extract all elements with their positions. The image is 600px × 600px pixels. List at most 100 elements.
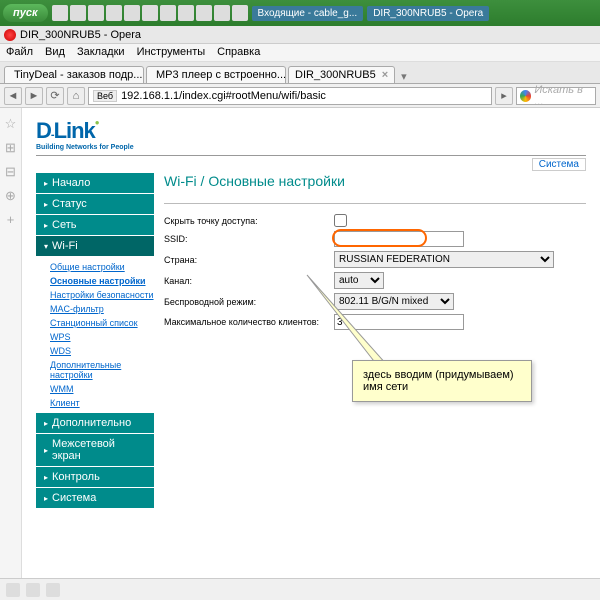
ql-icon[interactable]	[160, 5, 176, 21]
callout-line1: здесь вводим (придумываем)	[363, 369, 521, 381]
subnav-wmm[interactable]: WMM	[50, 382, 154, 396]
nav-system[interactable]: ▸Система	[36, 488, 154, 509]
maxclients-input[interactable]	[334, 314, 464, 330]
subnav-mac[interactable]: MAC-фильтр	[50, 302, 154, 316]
ql-icon[interactable]	[178, 5, 194, 21]
go-button[interactable]: ▸	[495, 87, 513, 105]
tab-3[interactable]: DIR_300NRUB5 ×	[288, 66, 395, 83]
menu-view[interactable]: Вид	[45, 46, 65, 59]
sidebar-icon[interactable]: ☆	[5, 116, 17, 132]
ql-icon[interactable]	[70, 5, 86, 21]
mode-select[interactable]: 802.11 B/G/N mixed	[334, 293, 454, 310]
nav-control[interactable]: ▸Контроль	[36, 467, 154, 488]
menu-bookmarks[interactable]: Закладки	[77, 46, 125, 59]
label-channel: Канал:	[164, 276, 334, 286]
ql-icon[interactable]	[52, 5, 68, 21]
start-button[interactable]: пуск	[3, 4, 48, 22]
google-icon	[520, 90, 531, 102]
arrow-icon: ▸	[44, 419, 48, 428]
ql-icon[interactable]	[142, 5, 158, 21]
search-input[interactable]: Искать в ...	[516, 87, 596, 105]
ql-icon[interactable]	[214, 5, 230, 21]
country-select[interactable]: RUSSIAN FEDERATION	[334, 251, 554, 268]
status-icon[interactable]	[46, 583, 60, 597]
arrow-icon: ▸	[44, 494, 48, 503]
search-placeholder: Искать в ...	[534, 84, 592, 108]
subnav-extra[interactable]: Дополнительные настройки	[50, 358, 154, 382]
arrow-icon: ▸	[44, 446, 48, 455]
sidebar-icon[interactable]: ⊞	[5, 140, 16, 156]
nav-start[interactable]: ▸Начало	[36, 173, 154, 194]
tab-close-icon[interactable]: ×	[382, 69, 388, 81]
page-title: Wi-Fi / Основные настройки	[164, 173, 586, 189]
ql-icon[interactable]	[88, 5, 104, 21]
subnav-station[interactable]: Станционный список	[50, 316, 154, 330]
back-button[interactable]: ◄	[4, 87, 22, 105]
subnav-client[interactable]: Клиент	[50, 396, 154, 410]
new-tab-icon[interactable]: ▾	[397, 70, 411, 83]
window-titlebar: DIR_300NRUB5 - Opera	[0, 26, 600, 44]
sidebar-icon[interactable]: ⊟	[5, 164, 16, 180]
subnav-wps[interactable]: WPS	[50, 330, 154, 344]
menu-bar: Файл Вид Закладки Инструменты Справка	[0, 44, 600, 62]
logo: D-Link● Building Networks for People	[36, 118, 586, 151]
channel-select[interactable]: auto	[334, 272, 384, 289]
hide-ap-checkbox[interactable]	[334, 214, 347, 227]
status-icon[interactable]	[6, 583, 20, 597]
menu-help[interactable]: Справка	[217, 46, 260, 59]
quick-launch	[52, 5, 248, 21]
nav-wifi[interactable]: ▾Wi-Fi	[36, 236, 154, 257]
nav-advanced[interactable]: ▸Дополнительно	[36, 413, 154, 434]
tab-label: MP3 плеер с встроенно...	[156, 69, 286, 81]
subnav-basic[interactable]: Основные настройки	[50, 274, 154, 288]
subnav-general[interactable]: Общие настройки	[50, 260, 154, 274]
tab-1[interactable]: TinyDeal - заказов подр...×	[4, 66, 144, 83]
reload-button[interactable]: ⟳	[46, 87, 64, 105]
ql-icon[interactable]	[232, 5, 248, 21]
ql-icon[interactable]	[106, 5, 122, 21]
settings-panel: Wi-Fi / Основные настройки Скрыть точку …	[164, 173, 586, 509]
page-content: D-Link● Building Networks for People Сис…	[22, 108, 600, 578]
menu-tools[interactable]: Инструменты	[137, 46, 206, 59]
sidebar-icon[interactable]: ⊕	[5, 188, 16, 204]
divider	[164, 203, 586, 204]
window-title: DIR_300NRUB5 - Opera	[20, 29, 141, 41]
logo-tagline: Building Networks for People	[36, 144, 586, 151]
ssid-input[interactable]	[334, 231, 464, 247]
logo-brand: D-Link●	[36, 118, 586, 144]
menu-file[interactable]: Файл	[6, 46, 33, 59]
sidebar-icon[interactable]: +	[7, 212, 15, 227]
arrow-icon: ▸	[44, 179, 48, 188]
taskbar-window-2[interactable]: DIR_300NRUB5 - Opera	[367, 6, 489, 21]
arrow-icon: ▸	[44, 473, 48, 482]
label-country: Страна:	[164, 255, 334, 265]
arrow-icon: ▸	[44, 221, 48, 230]
ql-icon[interactable]	[124, 5, 140, 21]
forward-button[interactable]: ►	[25, 87, 43, 105]
subnav-wds[interactable]: WDS	[50, 344, 154, 358]
url-input[interactable]: Веб 192.168.1.1/index.cgi#rootMenu/wifi/…	[88, 87, 492, 105]
browser-statusbar	[0, 578, 600, 600]
tab-label: DIR_300NRUB5	[295, 69, 376, 81]
callout-line2: имя сети	[363, 381, 521, 393]
ql-icon[interactable]	[196, 5, 212, 21]
wifi-subnav: Общие настройки Основные настройки Настр…	[36, 257, 154, 413]
home-button[interactable]: ⌂	[67, 87, 85, 105]
subnav-security[interactable]: Настройки безопасности	[50, 288, 154, 302]
side-nav: ▸Начало ▸Статус ▸Сеть ▾Wi-Fi Общие настр…	[36, 173, 154, 509]
status-icon[interactable]	[26, 583, 40, 597]
address-bar: ◄ ► ⟳ ⌂ Веб 192.168.1.1/index.cgi#rootMe…	[0, 84, 600, 108]
nav-net[interactable]: ▸Сеть	[36, 215, 154, 236]
nav-firewall[interactable]: ▸Межсетевой экран	[36, 434, 154, 467]
tab-label: TinyDeal - заказов подр...	[14, 69, 142, 81]
annotation-callout: здесь вводим (придумываем) имя сети	[352, 360, 532, 402]
browser-sidebar: ☆ ⊞ ⊟ ⊕ +	[0, 108, 22, 578]
nav-status[interactable]: ▸Статус	[36, 194, 154, 215]
tab-2[interactable]: MP3 плеер с встроенно...×	[146, 66, 286, 83]
top-divider: Система	[36, 155, 586, 171]
system-link[interactable]: Система	[532, 158, 586, 171]
label-hide: Скрыть точку доступа:	[164, 216, 334, 226]
arrow-icon: ▸	[44, 200, 48, 209]
arrow-icon: ▾	[44, 242, 48, 251]
taskbar-window-1[interactable]: Входящие - cable_g...	[252, 6, 364, 21]
